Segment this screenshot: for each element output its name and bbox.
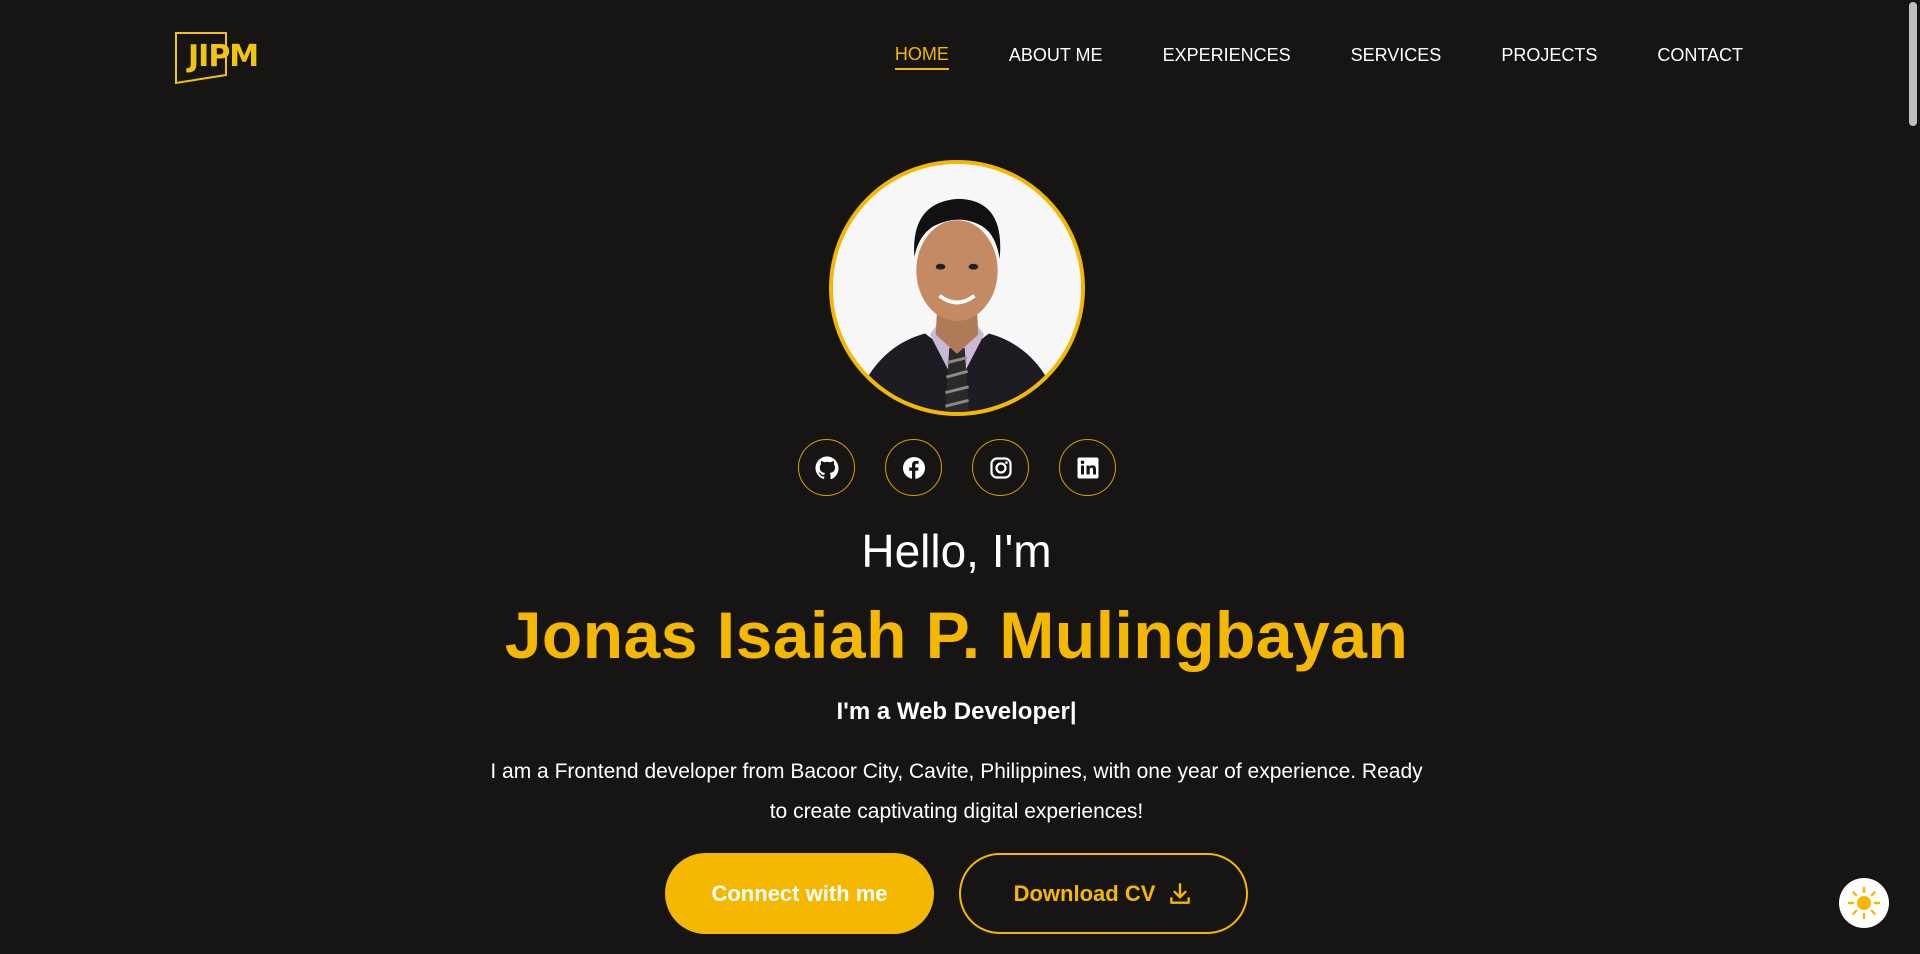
scrollbar-thumb[interactable] [1909,2,1917,126]
linkedin-icon [1077,457,1098,478]
connect-button[interactable]: Connect with me [665,853,934,934]
page: JIPM HOME ABOUT ME EXPERIENCES SERVICES … [0,0,1920,954]
site-logo[interactable]: JIPM [174,31,266,85]
logo-text: JIPM [188,39,259,74]
theme-toggle-button[interactable] [1839,878,1889,928]
profile-photo [829,160,1085,416]
download-cv-button[interactable]: Download CV [959,853,1248,934]
github-link[interactable] [798,439,855,496]
facebook-icon [902,456,925,479]
github-icon [815,456,839,479]
nav-item-experiences[interactable]: EXPERIENCES [1163,45,1291,69]
hero-name: Jonas Isaiah P. Mulingbayan [504,598,1409,672]
linkedin-link[interactable] [1059,439,1116,496]
facebook-link[interactable] [885,439,942,496]
page-scrollbar[interactable] [1903,0,1920,954]
nav-item-projects[interactable]: PROJECTS [1501,45,1597,69]
sun-icon [1847,886,1881,920]
download-cv-label: Download CV [1013,880,1156,906]
download-icon [1170,882,1191,904]
social-links [798,439,1116,496]
instagram-icon [989,456,1012,479]
nav-item-contact[interactable]: CONTACT [1657,45,1743,69]
nav-item-home[interactable]: HOME [894,44,949,70]
nav-item-about-me[interactable]: ABOUT ME [1009,45,1103,69]
hero-bio: I am a Frontend developer from Bacoor Ci… [490,760,1423,823]
main-nav: HOME ABOUT ME EXPERIENCES SERVICES PROJE… [894,44,1743,70]
hero-greeting: Hello, I'm [861,525,1052,577]
nav-item-services[interactable]: SERVICES [1351,45,1442,69]
instagram-link[interactable] [972,439,1029,496]
hero-role: I'm a Web Developer| [836,698,1077,725]
profile-portrait [833,164,1081,412]
